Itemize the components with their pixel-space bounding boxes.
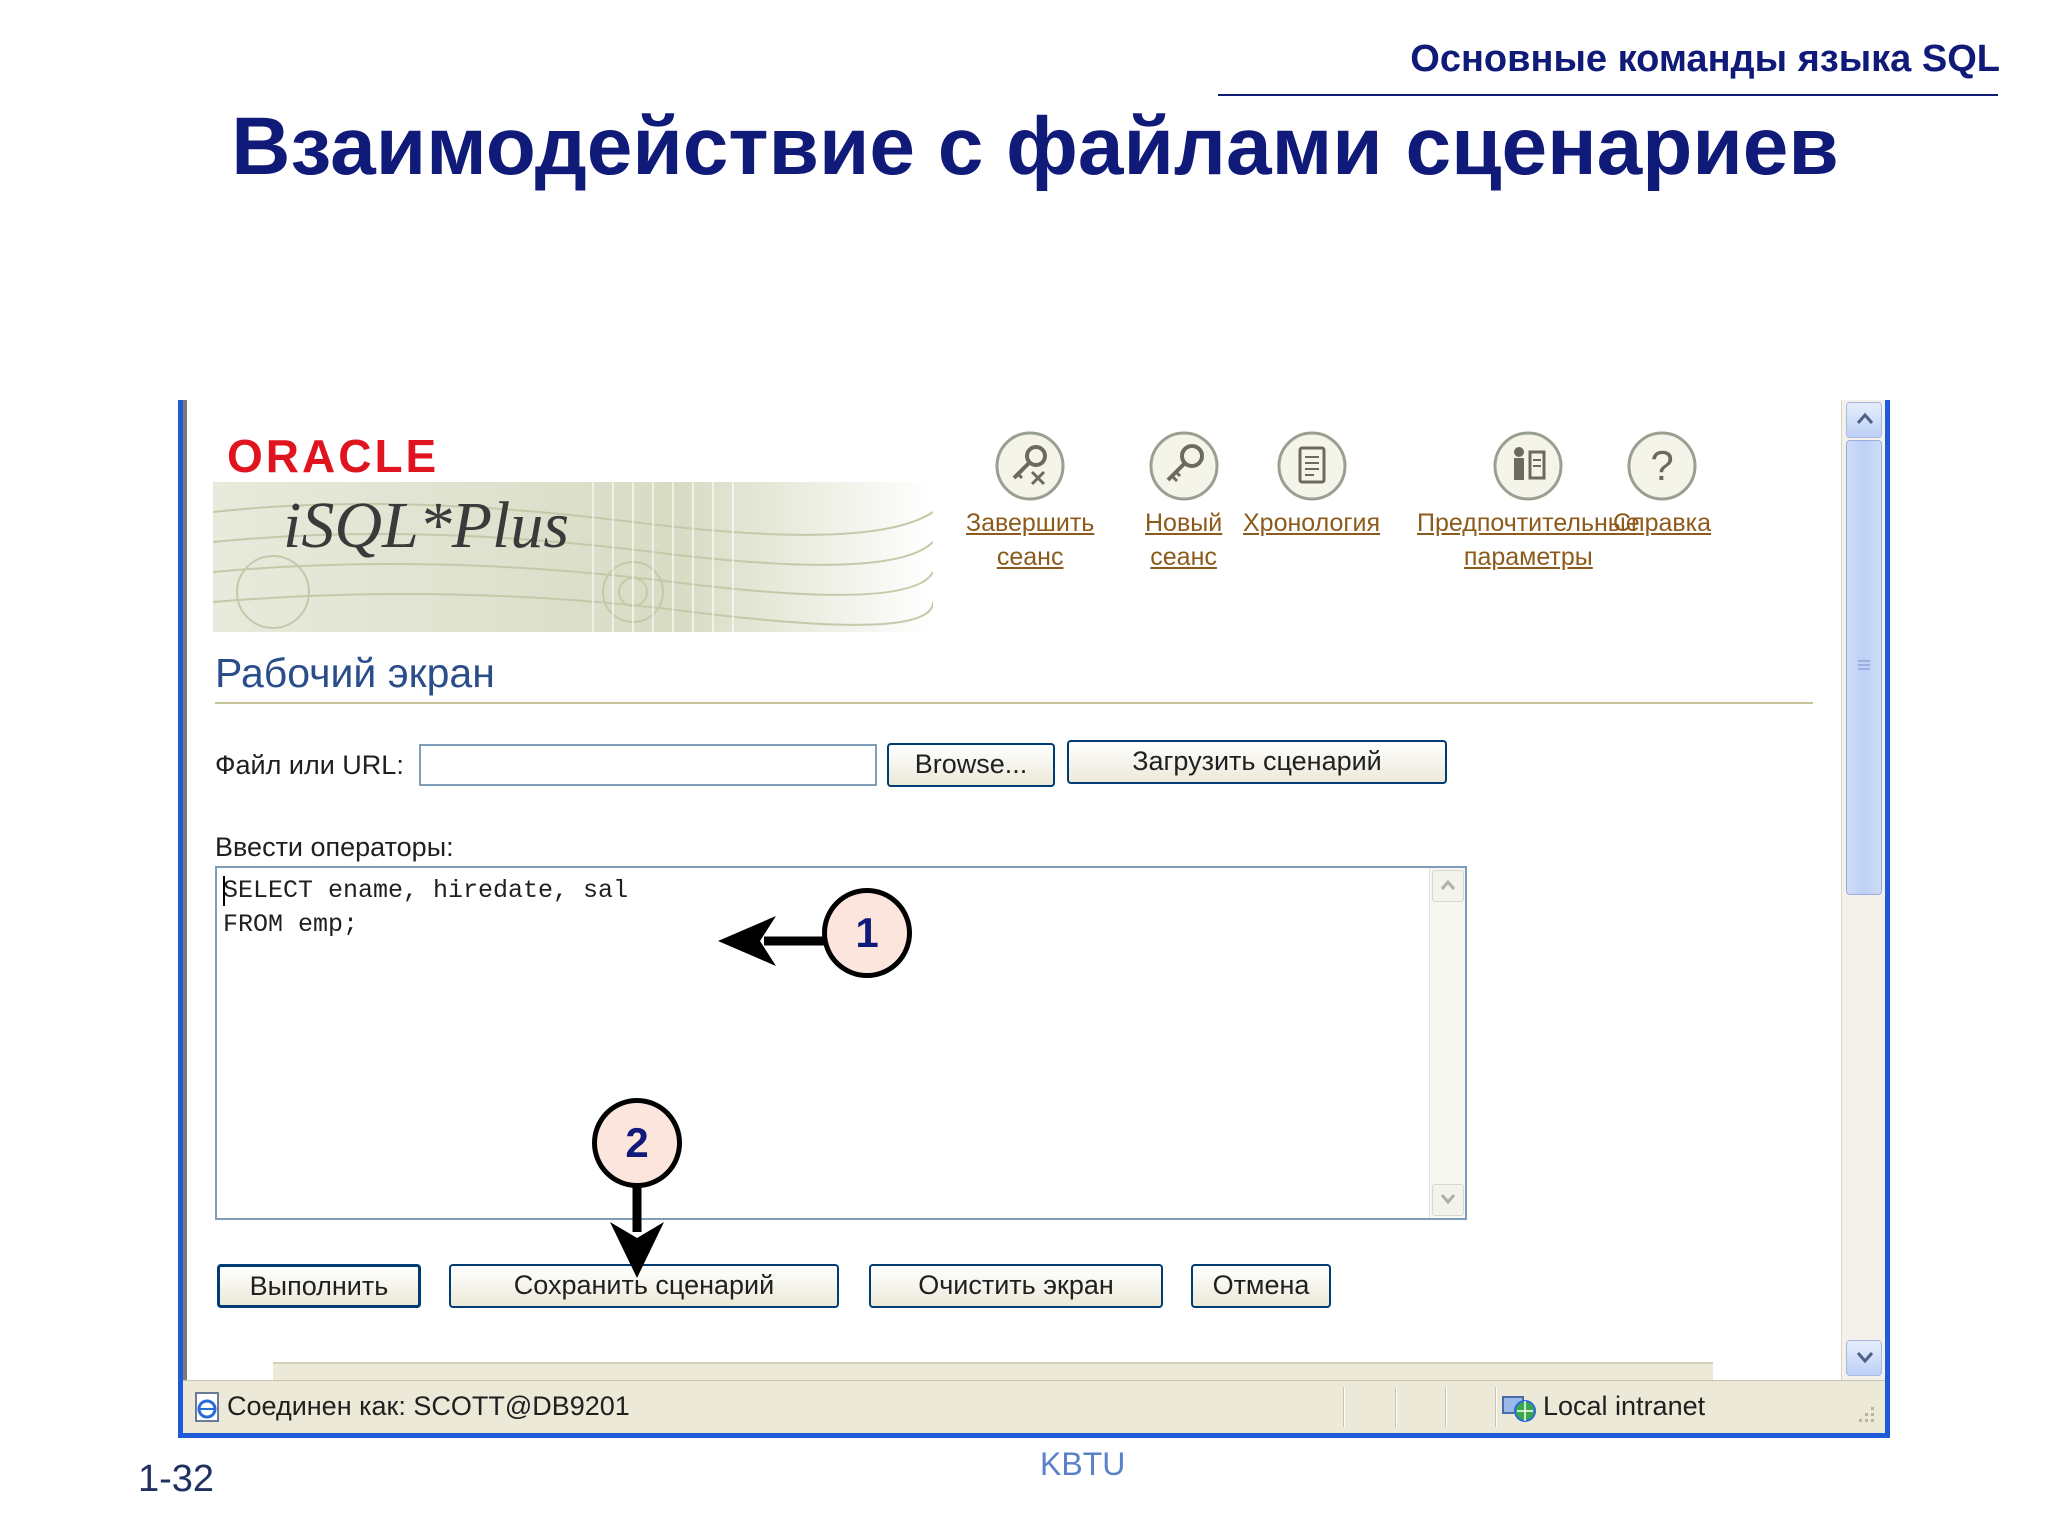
- nav-new-session-label-2[interactable]: сеанс: [1145, 540, 1222, 574]
- oracle-logo: ORACLE: [227, 432, 439, 482]
- chevron-down-icon: [1440, 1194, 1456, 1205]
- header-divider: [1218, 94, 1998, 96]
- chevron-up-icon: [1856, 412, 1874, 424]
- slide-number: 1-32: [138, 1458, 215, 1500]
- isqlplus-page: ORACLE iSQL*Plus Завершить сеанс Новый с…: [183, 400, 1841, 1380]
- page-scrollbar[interactable]: [1841, 400, 1885, 1380]
- load-script-button[interactable]: Загрузить сценарий: [1067, 740, 1447, 784]
- file-url-label: Файл или URL:: [215, 750, 404, 780]
- editor-scroll-down-button[interactable]: [1432, 1184, 1464, 1216]
- grip-icon: [1858, 660, 1870, 670]
- history-icon: [1277, 431, 1347, 501]
- text-caret: [223, 876, 225, 906]
- status-separator: [1343, 1387, 1345, 1427]
- oracle-logo-text: ORACLE: [227, 432, 439, 482]
- preferences-icon: [1493, 431, 1563, 501]
- logout-key-icon: [995, 431, 1065, 501]
- resize-grip-icon[interactable]: [1855, 1403, 1877, 1425]
- execute-button[interactable]: Выполнить: [217, 1264, 421, 1308]
- help-icon: ?: [1627, 431, 1697, 501]
- clear-screen-button[interactable]: Очистить экран: [869, 1264, 1163, 1308]
- nav-preferences-label-1[interactable]: Предпочтительные: [1417, 506, 1640, 540]
- status-bar: Соединен как: SCOTT@DB9201 Local intrane…: [183, 1380, 1885, 1433]
- callout-1-circle: 1: [822, 888, 912, 978]
- status-separator: [1495, 1387, 1497, 1427]
- callout-1-arrow: [718, 916, 830, 966]
- nav-preferences-label-2[interactable]: параметры: [1417, 540, 1640, 574]
- file-url-input[interactable]: [419, 744, 877, 786]
- statements-label: Ввести операторы:: [215, 832, 454, 862]
- nav-logout[interactable]: Завершить сеанс: [966, 430, 1094, 574]
- security-zone-label: Local intranet: [1543, 1391, 1706, 1421]
- chevron-up-icon: [1440, 879, 1456, 890]
- workspace-title: Рабочий экран: [215, 650, 495, 696]
- status-separator: [1445, 1387, 1447, 1427]
- editor-scrollbar[interactable]: [1429, 868, 1465, 1218]
- ie-page-icon: [195, 1392, 219, 1422]
- nav-logout-label-1[interactable]: Завершить: [966, 506, 1094, 540]
- nav-history[interactable]: Хронология: [1243, 430, 1380, 540]
- workspace-divider: [215, 702, 1813, 704]
- callout-2-circle: 2: [592, 1098, 682, 1188]
- page-left-edge: [183, 400, 187, 1380]
- browse-button[interactable]: Browse...: [887, 743, 1055, 787]
- svg-text:?: ?: [1650, 442, 1673, 489]
- footer-label: KBTU: [1040, 1446, 1126, 1482]
- callout-2-arrow: [610, 1186, 664, 1278]
- nav-history-label[interactable]: Хронология: [1243, 506, 1380, 540]
- nav-help[interactable]: ? Справка: [1613, 430, 1711, 540]
- nav-new-session[interactable]: Новый сеанс: [1145, 430, 1222, 574]
- key-icon: [1149, 431, 1219, 501]
- status-separator: [1395, 1387, 1397, 1427]
- browser-window: ORACLE iSQL*Plus Завершить сеанс Новый с…: [178, 400, 1890, 1438]
- chevron-down-icon: [1856, 1352, 1874, 1364]
- intranet-globe-icon: [1502, 1396, 1536, 1422]
- nav-help-label[interactable]: Справка: [1613, 506, 1711, 540]
- nav-new-session-label-1[interactable]: Новый: [1145, 506, 1222, 540]
- nav-logout-label-2[interactable]: сеанс: [966, 540, 1094, 574]
- scroll-up-button[interactable]: [1846, 402, 1882, 438]
- cancel-button[interactable]: Отмена: [1191, 1264, 1331, 1308]
- slide-title: Взаимодействие с файлами сценариев: [231, 101, 1839, 192]
- scroll-thumb[interactable]: [1846, 440, 1882, 895]
- connection-status: Соединен как: SCOTT@DB9201: [227, 1391, 630, 1421]
- sql-statement-text[interactable]: SELECT ename, hiredate, sal FROM emp;: [223, 874, 628, 942]
- page-bottom-strip: [273, 1362, 1713, 1380]
- nav-preferences[interactable]: Предпочтительные параметры: [1417, 430, 1640, 574]
- isqlplus-product-name: iSQL*Plus: [283, 489, 570, 562]
- editor-scroll-up-button[interactable]: [1432, 870, 1464, 902]
- slide-subtitle: Основные команды языка SQL: [1410, 38, 2000, 80]
- scroll-down-button[interactable]: [1846, 1340, 1882, 1376]
